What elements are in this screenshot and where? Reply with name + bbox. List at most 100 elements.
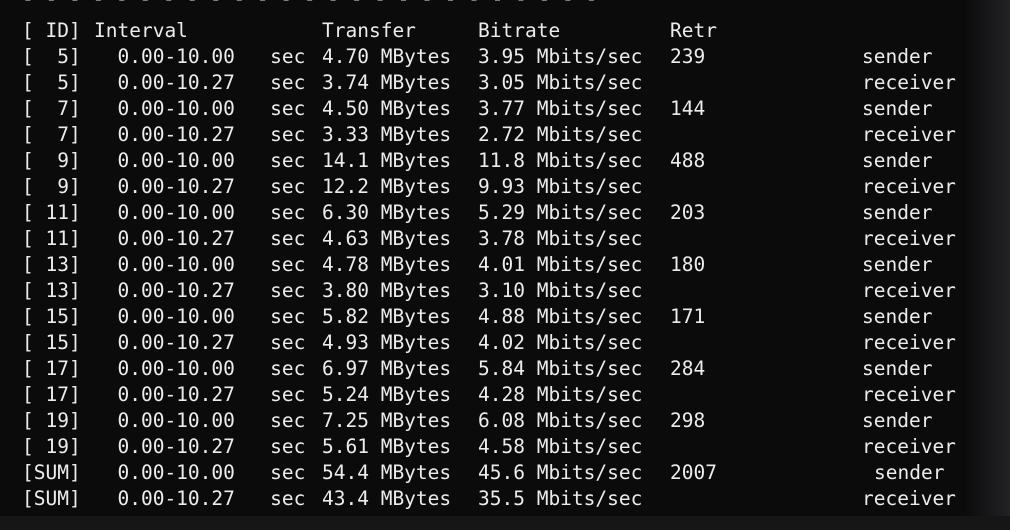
table-row: [SUM] 0.00-10.00 sec 54.4 MBytes 45.6 Mbit… <box>0 460 1010 486</box>
row-transfer: 3.80 MBytes <box>322 279 452 302</box>
row-id: [SUM] <box>22 461 81 484</box>
row-bitrate: 4.01 Mbits/sec <box>478 253 643 276</box>
row-role: receiver <box>862 279 956 302</box>
row-retr: 180 <box>670 253 706 276</box>
row-bitrate: 35.5 Mbits/sec <box>478 487 643 510</box>
table-row: [ 15] 0.00-10.27 sec 4.93 MBytes 4.02 Mbit… <box>0 330 1010 356</box>
row-interval: 0.00-10.00 sec <box>94 305 306 328</box>
row-id: [ 19] <box>22 409 81 432</box>
row-interval: 0.00-10.00 sec <box>94 253 306 276</box>
table-row: [ 5] 0.00-10.00 sec 4.70 MBytes 3.95 Mbits… <box>0 44 1010 70</box>
row-retr: 144 <box>670 97 706 120</box>
row-role: sender <box>862 45 933 68</box>
row-retr: 171 <box>670 305 706 328</box>
row-role: sender <box>862 253 933 276</box>
row-bitrate: 3.95 Mbits/sec <box>478 45 643 68</box>
row-role: sender <box>862 305 933 328</box>
row-id: [ 7] <box>22 97 81 120</box>
row-id: [ 13] <box>22 253 81 276</box>
row-interval: 0.00-10.00 sec <box>94 357 306 380</box>
row-id: [ 9] <box>22 175 81 198</box>
row-transfer: 6.97 MBytes <box>322 357 452 380</box>
table-row: [ 5] 0.00-10.27 sec 3.74 MBytes 3.05 Mbits… <box>0 70 1010 96</box>
row-id: [ 9] <box>22 149 81 172</box>
row-transfer: 14.1 MBytes <box>322 149 452 172</box>
row-transfer: 5.61 MBytes <box>322 435 452 458</box>
row-bitrate: 3.10 Mbits/sec <box>478 279 643 302</box>
row-transfer: 43.4 MBytes <box>322 487 452 510</box>
row-role: sender <box>862 409 933 432</box>
table-row: [ 13] 0.00-10.27 sec 3.80 MBytes 3.10 Mbit… <box>0 278 1010 304</box>
table-row: [ 11] 0.00-10.27 sec 4.63 MBytes 3.78 Mbit… <box>0 226 1010 252</box>
table-row: [ 19] 0.00-10.27 sec 5.61 MBytes 4.58 Mbit… <box>0 434 1010 460</box>
row-id: [ 11] <box>22 201 81 224</box>
row-interval: 0.00-10.27 sec <box>94 279 306 302</box>
row-retr: 298 <box>670 409 706 432</box>
row-id: [ 5] <box>22 45 81 68</box>
row-retr: 203 <box>670 201 706 224</box>
row-bitrate: 11.8 Mbits/sec <box>478 149 643 172</box>
row-transfer: 4.93 MBytes <box>322 331 452 354</box>
row-bitrate: 4.58 Mbits/sec <box>478 435 643 458</box>
row-transfer: 6.30 MBytes <box>322 201 452 224</box>
row-bitrate: 9.93 Mbits/sec <box>478 175 643 198</box>
table-header: [ ID] Interval Transfer Bitrate Retr <box>0 18 1010 44</box>
row-role: sender <box>862 201 933 224</box>
row-interval: 0.00-10.27 sec <box>94 227 306 250</box>
table-row: [ 7] 0.00-10.00 sec 4.50 MBytes 3.77 Mbits… <box>0 96 1010 122</box>
table-row: [ 13] 0.00-10.00 sec 4.78 MBytes 4.01 Mbit… <box>0 252 1010 278</box>
row-transfer: 3.74 MBytes <box>322 71 452 94</box>
row-id: [ 17] <box>22 383 81 406</box>
scroll-edge <box>964 0 1010 530</box>
row-id: [ 15] <box>22 331 81 354</box>
row-id: [SUM] <box>22 487 81 510</box>
separator-line: - - - - - - - - - - - - - - - - - - - - … <box>22 0 597 12</box>
row-interval: 0.00-10.00 sec <box>94 201 306 224</box>
row-role: sender <box>862 97 933 120</box>
row-interval: 0.00-10.27 sec <box>94 383 306 406</box>
row-role: receiver <box>862 71 956 94</box>
row-id: [ 19] <box>22 435 81 458</box>
row-id: [ 15] <box>22 305 81 328</box>
row-bitrate: 3.77 Mbits/sec <box>478 97 643 120</box>
row-interval: 0.00-10.00 sec <box>94 45 306 68</box>
row-bitrate: 4.28 Mbits/sec <box>478 383 643 406</box>
row-id: [ 17] <box>22 357 81 380</box>
row-interval: 0.00-10.00 sec <box>94 409 306 432</box>
table-row: [ 15] 0.00-10.00 sec 5.82 MBytes 4.88 Mbit… <box>0 304 1010 330</box>
row-retr: 2007 <box>670 461 717 484</box>
row-interval: 0.00-10.27 sec <box>94 435 306 458</box>
row-retr: 239 <box>670 45 706 68</box>
row-interval: 0.00-10.00 sec <box>94 149 306 172</box>
row-id: [ 7] <box>22 123 81 146</box>
header-interval: Interval <box>94 19 188 42</box>
row-bitrate: 5.29 Mbits/sec <box>478 201 643 224</box>
row-bitrate: 3.78 Mbits/sec <box>478 227 643 250</box>
row-bitrate: 2.72 Mbits/sec <box>478 123 643 146</box>
header-retr: Retr <box>670 19 717 42</box>
row-interval: 0.00-10.00 sec <box>94 461 306 484</box>
row-transfer: 4.50 MBytes <box>322 97 452 120</box>
row-bitrate: 5.84 Mbits/sec <box>478 357 643 380</box>
row-bitrate: 45.6 Mbits/sec <box>478 461 643 484</box>
table-row: [ 9] 0.00-10.27 sec 12.2 MBytes 9.93 Mbits… <box>0 174 1010 200</box>
row-role: receiver <box>862 383 956 406</box>
terminal-window: - - - - - - - - - - - - - - - - - - - - … <box>0 0 1010 530</box>
row-role: receiver <box>862 435 956 458</box>
row-interval: 0.00-10.27 sec <box>94 71 306 94</box>
row-role: receiver <box>862 175 956 198</box>
row-role: sender <box>862 357 933 380</box>
row-role: sender <box>874 461 945 484</box>
row-role: receiver <box>862 487 956 510</box>
row-id: [ 5] <box>22 71 81 94</box>
row-interval: 0.00-10.27 sec <box>94 487 306 510</box>
row-transfer: 7.25 MBytes <box>322 409 452 432</box>
row-transfer: 4.70 MBytes <box>322 45 452 68</box>
row-transfer: 4.63 MBytes <box>322 227 452 250</box>
header-transfer: Transfer <box>322 19 416 42</box>
terminal-output[interactable]: - - - - - - - - - - - - - - - - - - - - … <box>0 0 1010 530</box>
row-transfer: 3.33 MBytes <box>322 123 452 146</box>
row-interval: 0.00-10.27 sec <box>94 175 306 198</box>
table-row: [ 17] 0.00-10.00 sec 6.97 MBytes 5.84 Mbit… <box>0 356 1010 382</box>
row-transfer: 12.2 MBytes <box>322 175 452 198</box>
